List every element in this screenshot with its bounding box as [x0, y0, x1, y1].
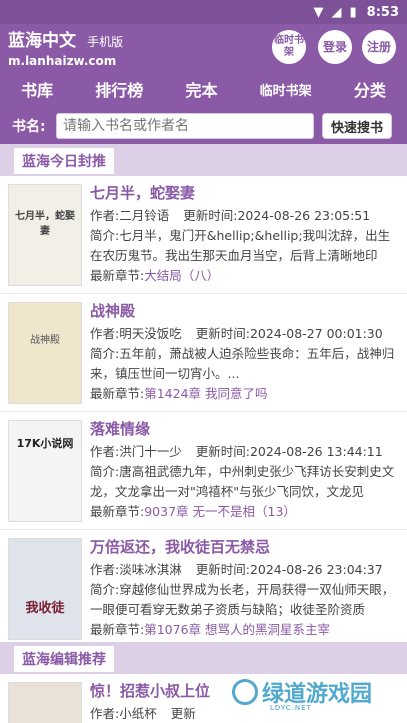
book-intro: 穿越修仙世界成为长老，开局获得一双仙师天眼，一眼便可看穿无数弟子资质与缺陷；收徒…	[90, 582, 395, 617]
search-row: 书名: 快速搜书	[0, 108, 407, 144]
cover-text: 战神殿	[30, 335, 60, 346]
book-item[interactable]: 战神殿 战神殿 作者:明天没饭吃 更新时间:2024-08-27 00:01:30…	[0, 294, 407, 412]
author-label: 作者:	[90, 706, 120, 721]
author-label: 作者:	[90, 326, 120, 341]
temp-shelf-button[interactable]: 临时书架	[272, 30, 306, 64]
book-author: 明天没饭吃	[119, 326, 182, 341]
section-editor-title: 蓝海编辑推荐	[14, 646, 114, 672]
latest-chapter-link[interactable]: 第1424章 我同意了吗	[144, 386, 267, 401]
signal-icon: ◢	[331, 4, 342, 20]
book-cover[interactable]: 战神殿	[8, 302, 82, 404]
latest-label: 最新章节:	[90, 622, 145, 637]
author-label: 作者:	[90, 444, 120, 459]
book-item[interactable]: 17K小说网 落难情缘 作者:洪门十一少 更新时间:2024-08-26 13:4…	[0, 412, 407, 530]
book-title[interactable]: 七月半，蛇娶妻	[90, 182, 399, 204]
nav-ranking[interactable]: 排行榜	[91, 77, 147, 101]
book-item[interactable]: 七月半，蛇娶妻 七月半，蛇娶妻 作者:二月铃语 更新时间:2024-08-26 2…	[0, 176, 407, 294]
book-updated: 2024-08-26 23:04:37	[249, 562, 383, 577]
intro-label: 简介:	[90, 346, 120, 361]
book-item[interactable]: 我收徒 万倍返还，我收徒百无禁忌 作者:淡味冰淇淋 更新时间:2024-08-26…	[0, 530, 407, 648]
wifi-icon: ▼	[313, 4, 324, 20]
login-button[interactable]: 登录	[318, 30, 352, 64]
nav-finished[interactable]: 完本	[181, 77, 221, 101]
book-updated: 2024-08-27 00:01:30	[249, 326, 383, 341]
intro-label: 简介:	[90, 464, 120, 479]
watermark-sub: LDYC.NET	[270, 704, 312, 712]
updated-label: 更新	[170, 706, 196, 721]
book-cover[interactable]: 我收徒	[8, 538, 82, 640]
site-header: 蓝海中文 手机版 m.lanhaizw.com 临时书架 登录 注册	[0, 24, 407, 70]
book-title[interactable]: 万倍返还，我收徒百无禁忌	[90, 536, 399, 558]
nav-temp-shelf[interactable]: 临时书架	[256, 80, 316, 99]
status-bar: ▼ ◢ ▮ 8:53	[0, 0, 407, 24]
quick-search-button[interactable]: 快速搜书	[322, 113, 392, 139]
book-author: 洪门十一少	[119, 444, 182, 459]
cover-text: 七月半，蛇娶妻	[15, 211, 75, 237]
updated-label: 更新时间:	[183, 208, 238, 223]
updated-label: 更新时间:	[195, 444, 250, 459]
section-editor-bar: 蓝海编辑推荐	[0, 642, 407, 674]
section-today-title: 蓝海今日封推	[14, 148, 114, 174]
cover-text: 17K小说网	[16, 437, 74, 450]
book-updated: 2024-08-26 23:05:51	[237, 208, 371, 223]
book-author: 淡味冰淇淋	[119, 562, 182, 577]
latest-label: 最新章节:	[90, 268, 145, 283]
brand[interactable]: 蓝海中文 手机版 m.lanhaizw.com	[8, 26, 123, 68]
site-sub: 手机版	[87, 35, 124, 49]
register-button[interactable]: 注册	[362, 30, 396, 64]
intro-label: 简介:	[90, 582, 120, 597]
book-cover[interactable]: 17K小说网	[8, 420, 82, 522]
section-today-bar: 蓝海今日封推	[0, 144, 407, 176]
nav-library[interactable]: 书库	[17, 77, 57, 101]
author-label: 作者:	[90, 208, 120, 223]
book-author: 小纸杯	[119, 706, 157, 721]
latest-chapter-link[interactable]: 大结局（八）	[144, 268, 219, 283]
latest-label: 最新章节:	[90, 504, 145, 519]
latest-label: 最新章节:	[90, 386, 145, 401]
site-name: 蓝海中文	[8, 31, 76, 51]
status-time: 8:53	[366, 4, 399, 20]
intro-label: 简介:	[90, 228, 120, 243]
latest-chapter-link[interactable]: 第1076章 想骂人的黑洞星系主宰	[144, 622, 330, 637]
main-nav: 书库 排行榜 完本 临时书架 分类	[0, 70, 407, 108]
author-label: 作者:	[90, 562, 120, 577]
book-updated: 2024-08-26 13:44:11	[249, 444, 383, 459]
search-input[interactable]	[56, 113, 314, 139]
search-label: 书名:	[12, 119, 46, 135]
watermark-logo-icon	[232, 679, 258, 705]
book-author: 二月铃语	[119, 208, 170, 223]
book-title[interactable]: 战神殿	[90, 300, 399, 322]
book-cover[interactable]	[8, 682, 82, 723]
site-domain: m.lanhaizw.com	[8, 54, 117, 68]
book-intro: 唐高祖武德九年，中州刺史张少飞拜访长安刺史文龙，文龙拿出一对"鸿禧杯"与张少飞同…	[90, 464, 395, 499]
nav-category[interactable]: 分类	[350, 77, 390, 101]
book-title[interactable]: 落难情缘	[90, 418, 399, 440]
book-intro: 七月半，鬼门开&hellip;&hellip;我叫沈辞，出生在农历鬼节。我出生那…	[90, 228, 391, 263]
latest-chapter-link[interactable]: 9037章 无一不是相（13）	[144, 504, 296, 519]
book-cover[interactable]: 七月半，蛇娶妻	[8, 184, 82, 286]
updated-label: 更新时间:	[195, 326, 250, 341]
book-intro: 五年前，萧战被人迫杀险些丧命：五年后，战神归来，镇压世间一切宵小。...	[90, 346, 395, 381]
updated-label: 更新时间:	[195, 562, 250, 577]
battery-icon: ▮	[349, 4, 357, 20]
cover-text: 我收徒	[25, 601, 65, 616]
